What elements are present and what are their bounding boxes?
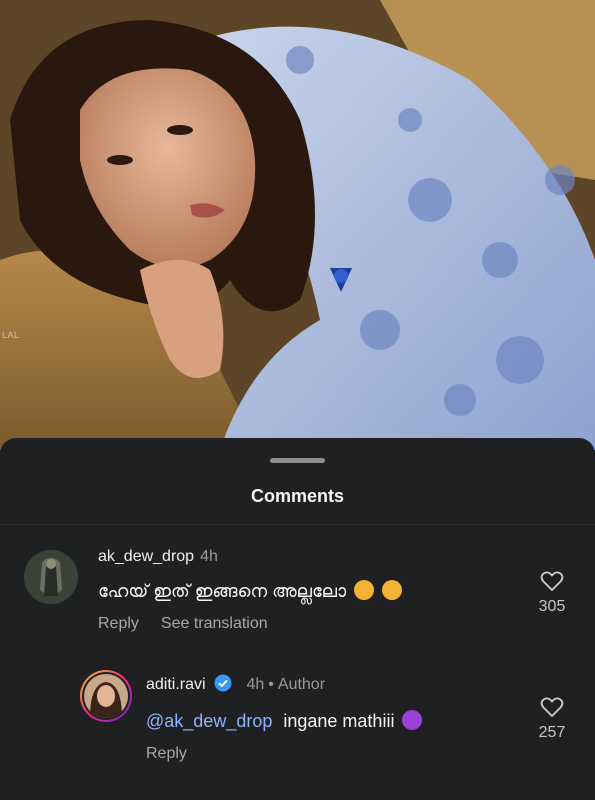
comment-actions: Reply	[146, 745, 209, 763]
avatar[interactable]	[80, 670, 132, 722]
comment-text: @ak_dew_drop ingane mathiii	[146, 710, 423, 732]
comment-time: 4h	[200, 548, 218, 565]
like-count: 305	[538, 598, 566, 615]
like-count: 257	[538, 724, 566, 741]
sheet-title: Comments	[250, 486, 344, 506]
comments-sheet: Comments ak_dew_drop 4h ഹേയ് ഇത് ഇങ്ങനെ അ…	[0, 438, 595, 800]
thinking-face-icon	[382, 580, 403, 600]
heart-icon[interactable]	[540, 696, 564, 718]
verified-badge-icon	[214, 674, 232, 697]
sheet-drag-handle[interactable]	[270, 458, 325, 463]
post-photo: LAL	[0, 0, 595, 450]
avatar[interactable]	[24, 550, 78, 604]
like-control: 305	[532, 570, 572, 616]
comment-text: ഹേയ് ഇത് ഇങ്ങനെ അല്ലലോ	[98, 580, 403, 602]
comment-actions: Reply See translation	[98, 615, 290, 633]
like-control: 257	[532, 696, 572, 742]
comment-meta: ak_dew_drop 4h	[98, 548, 218, 566]
portrait-illustration	[0, 0, 595, 450]
see-translation-button[interactable]: See translation	[161, 615, 268, 632]
comment-meta: aditi.ravi 4h • Author	[146, 674, 325, 697]
heart-icon[interactable]	[540, 570, 564, 592]
comment-body: ഹേയ് ഇത് ഇങ്ങനെ അല്ലലോ	[98, 581, 347, 601]
mention-link[interactable]: @ak_dew_drop	[146, 711, 272, 731]
comment-body: ingane mathiii	[283, 711, 395, 731]
reply-button[interactable]: Reply	[98, 615, 139, 632]
sheet-divider	[0, 524, 595, 525]
photo-watermark: LAL	[2, 330, 20, 340]
smiling-devil-icon	[402, 710, 423, 730]
reply-button[interactable]: Reply	[146, 745, 187, 762]
comment-time: 4h	[246, 676, 265, 693]
comment-username[interactable]: aditi.ravi	[146, 676, 206, 693]
author-label: Author	[277, 676, 326, 693]
comment-username[interactable]: ak_dew_drop	[98, 548, 194, 565]
thinking-face-icon	[354, 580, 375, 600]
